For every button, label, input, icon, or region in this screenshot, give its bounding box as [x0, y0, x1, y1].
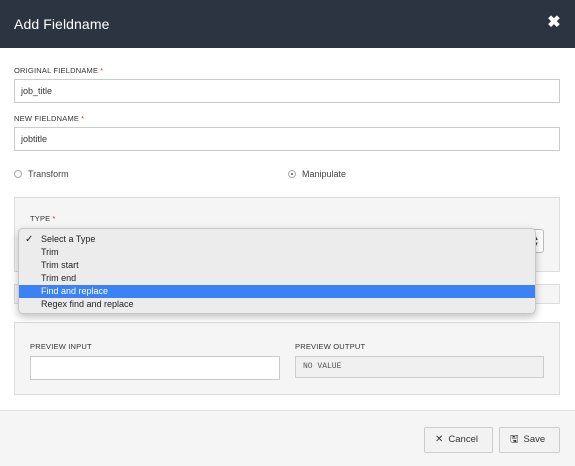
type-option-trim[interactable]: Trim [19, 246, 535, 259]
save-button[interactable]: 🖫 Save [499, 427, 560, 453]
original-fieldname-label-text: ORIGINAL FIELDNAME [14, 66, 99, 75]
add-fieldname-modal: Add Fieldname ✖ ORIGINAL FIELDNAME * job_… [0, 0, 575, 466]
type-option-select[interactable]: ✓ Select a Type [19, 233, 535, 246]
required-marker: * [100, 66, 104, 75]
required-marker: * [52, 214, 56, 223]
new-fieldname-label: NEW FIELDNAME * [14, 114, 84, 123]
preview-output-field: NO VALUE [295, 356, 544, 378]
type-label-text: TYPE [30, 214, 51, 223]
new-fieldname-label-text: NEW FIELDNAME [14, 114, 80, 123]
modal-title: Add Fieldname [14, 16, 110, 32]
manipulate-radio-option[interactable]: Manipulate [288, 169, 346, 179]
type-option-trim-start[interactable]: Trim start [19, 259, 535, 272]
type-dropdown-menu: ✓ Select a Type Trim Trim start Trim end … [18, 228, 536, 314]
close-icon[interactable]: ✖ [547, 14, 561, 32]
type-option-trim-end[interactable]: Trim end [19, 272, 535, 285]
manipulate-radio-label: Manipulate [302, 169, 347, 179]
transform-radio[interactable] [14, 169, 22, 178]
preview-output-label: PREVIEW OUTPUT [295, 342, 366, 351]
type-option-label: Select a Type [41, 234, 96, 244]
floppy-disk-icon: 🖫 [510, 434, 519, 445]
original-fieldname-label: ORIGINAL FIELDNAME * [14, 66, 103, 75]
required-marker: * [81, 114, 85, 123]
manipulate-radio[interactable] [288, 169, 296, 178]
modal-header: Add Fieldname ✖ [0, 0, 575, 48]
close-icon: ✕ [435, 434, 444, 445]
type-option-find-and-replace[interactable]: Find and replace [19, 285, 535, 298]
type-option-regex-find-and-replace[interactable]: Regex find and replace [19, 298, 535, 311]
transform-radio-option[interactable]: Transform [14, 169, 69, 179]
preview-input-label: PREVIEW INPUT [30, 342, 92, 351]
original-fieldname-input[interactable]: job_title [14, 79, 560, 103]
type-label: TYPE * [30, 214, 56, 223]
modal-footer: ✕ Cancel 🖫 Save [0, 410, 575, 466]
checkmark-icon: ✓ [25, 234, 34, 245]
cancel-button-label: Cancel [448, 434, 478, 445]
cancel-button[interactable]: ✕ Cancel [424, 427, 493, 453]
new-fieldname-input[interactable]: jobtitle [14, 127, 560, 151]
save-button-label: Save [523, 434, 546, 445]
transform-radio-label: Transform [28, 169, 69, 179]
preview-input-field[interactable] [30, 356, 280, 380]
